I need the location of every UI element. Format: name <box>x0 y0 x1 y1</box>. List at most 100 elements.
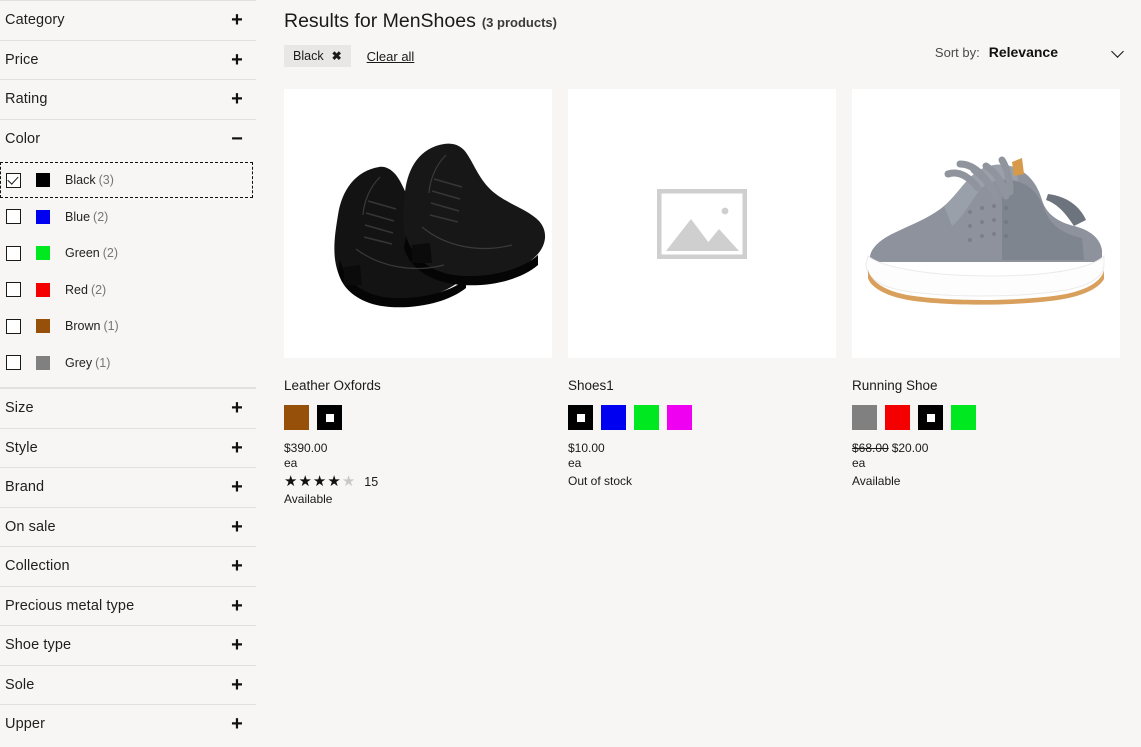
minus-icon[interactable]: − <box>228 129 246 149</box>
applied-filter-chip-black[interactable]: Black ✖ <box>284 45 351 67</box>
plus-icon[interactable]: + <box>228 635 246 655</box>
plus-icon[interactable]: + <box>228 714 246 734</box>
rating-count: 15 <box>364 475 378 489</box>
checkbox-brown[interactable] <box>6 319 21 334</box>
results-main: Results for MenShoes (3 products) Black … <box>256 0 1141 747</box>
product-swatches <box>284 405 552 430</box>
plus-icon[interactable]: + <box>228 89 246 109</box>
plus-icon[interactable]: + <box>228 10 246 30</box>
color-label: Red <box>65 283 88 297</box>
chevron-down-icon[interactable] <box>1113 46 1125 58</box>
plus-icon[interactable]: + <box>228 517 246 537</box>
focus-ring: Black(3) <box>0 162 253 198</box>
facet-label: Size <box>5 400 228 416</box>
plus-icon[interactable]: + <box>228 596 246 616</box>
product-color-swatch[interactable] <box>885 405 910 430</box>
filter-facet-rating[interactable]: Rating+ <box>0 79 256 119</box>
color-option-grey[interactable]: Grey(1) <box>0 345 256 382</box>
color-option-brown[interactable]: Brown(1) <box>0 308 256 345</box>
plus-icon[interactable]: + <box>228 477 246 497</box>
facet-label: Rating <box>5 91 228 107</box>
sort-by-value: Relevance <box>989 44 1058 60</box>
results-count: (3 products) <box>482 15 557 30</box>
filter-facet-category[interactable]: Category+ <box>0 0 256 40</box>
color-option-green[interactable]: Green(2) <box>0 235 256 272</box>
filter-facet-sole[interactable]: Sole+ <box>0 665 256 705</box>
price: $10.00 <box>568 441 605 455</box>
product-card[interactable]: Running Shoe$68.00$20.00eaAvailable <box>852 89 1120 506</box>
filter-facet-collection[interactable]: Collection+ <box>0 546 256 586</box>
filter-facet-shoe-type[interactable]: Shoe type+ <box>0 625 256 665</box>
color-option-black[interactable]: Black(3) <box>0 162 256 199</box>
filter-facet-brand[interactable]: Brand+ <box>0 467 256 507</box>
color-swatch-grey <box>36 356 50 370</box>
sort-by-dropdown[interactable]: Sort by: Relevance <box>935 44 1125 60</box>
rating-star: ★ <box>284 474 298 489</box>
color-option-blue[interactable]: Blue(2) <box>0 199 256 236</box>
product-color-swatch[interactable] <box>284 405 309 430</box>
filter-facet-color[interactable]: Color− <box>0 119 256 159</box>
product-name[interactable]: Leather Oxfords <box>284 378 552 393</box>
color-option-red[interactable]: Red(2) <box>0 272 256 309</box>
product-color-swatch[interactable] <box>852 405 877 430</box>
product-unit: ea <box>284 456 552 471</box>
plus-icon[interactable]: + <box>228 50 246 70</box>
checkbox-grey[interactable] <box>6 355 21 370</box>
product-card[interactable]: Shoes1 $10.00ea Out of stock <box>568 89 836 506</box>
color-filter-options: Black(3)Blue(2)Green(2)Red(2)Brown(1)Gre… <box>0 158 256 387</box>
filter-facet-size[interactable]: Size+ <box>0 388 256 428</box>
checkbox-blue[interactable] <box>6 209 21 224</box>
product-image[interactable] <box>852 89 1120 358</box>
color-count: (2) <box>103 246 118 260</box>
plus-icon[interactable]: + <box>228 398 246 418</box>
facet-label: Upper <box>5 716 228 732</box>
color-count: (2) <box>91 283 106 297</box>
product-color-swatch[interactable] <box>634 405 659 430</box>
plus-icon[interactable]: + <box>228 675 246 695</box>
color-count: (2) <box>93 210 108 224</box>
product-color-swatch[interactable] <box>601 405 626 430</box>
results-header: Results for MenShoes (3 products) <box>284 0 1141 33</box>
facet-label: Sole <box>5 677 228 693</box>
product-image[interactable] <box>568 89 836 358</box>
product-price: $68.00$20.00 <box>852 441 1120 456</box>
facet-label: Collection <box>5 558 228 574</box>
filter-facet-price[interactable]: Price+ <box>0 40 256 80</box>
product-color-swatch[interactable] <box>951 405 976 430</box>
product-unit: ea <box>568 456 836 471</box>
checkbox-black[interactable] <box>6 173 21 188</box>
product-color-swatch[interactable] <box>918 405 943 430</box>
color-label: Grey <box>65 356 92 370</box>
product-grid: Leather Oxfords$390.00ea★★★★★15Available… <box>284 89 1141 506</box>
product-color-swatch[interactable] <box>667 405 692 430</box>
product-name[interactable]: Running Shoe <box>852 378 1120 393</box>
product-color-swatch[interactable] <box>317 405 342 430</box>
product-name[interactable]: Shoes1 <box>568 378 836 393</box>
product-availability: Out of stock <box>568 474 836 488</box>
facet-label: Precious metal type <box>5 598 228 614</box>
product-color-swatch[interactable] <box>568 405 593 430</box>
rating-star: ★ <box>298 474 312 489</box>
filter-facet-on-sale[interactable]: On sale+ <box>0 507 256 547</box>
filter-facet-precious-metal-type[interactable]: Precious metal type+ <box>0 586 256 626</box>
filter-facet-upper[interactable]: Upper+ <box>0 704 256 744</box>
color-count: (1) <box>103 319 118 333</box>
close-icon[interactable]: ✖ <box>332 50 342 62</box>
checkbox-red[interactable] <box>6 282 21 297</box>
sort-by-label: Sort by: <box>935 45 980 60</box>
clear-all-link[interactable]: Clear all <box>367 49 415 64</box>
product-card[interactable]: Leather Oxfords$390.00ea★★★★★15Available <box>284 89 552 506</box>
product-availability: Available <box>284 492 552 506</box>
color-label: Blue <box>65 210 90 224</box>
checkbox-green[interactable] <box>6 246 21 261</box>
page-title: Results for MenShoes <box>284 10 476 33</box>
filter-facet-style[interactable]: Style+ <box>0 428 256 468</box>
filter-sidebar: Category+Price+Rating+Color− Black(3)Blu… <box>0 0 256 747</box>
plus-icon[interactable]: + <box>228 556 246 576</box>
black-oxford-shoes-image <box>284 89 552 358</box>
facet-label: Shoe type <box>5 637 228 653</box>
plus-icon[interactable]: + <box>228 438 246 458</box>
product-image[interactable] <box>284 89 552 358</box>
color-count: (1) <box>95 356 110 370</box>
product-listing-page: Category+Price+Rating+Color− Black(3)Blu… <box>0 0 1141 747</box>
